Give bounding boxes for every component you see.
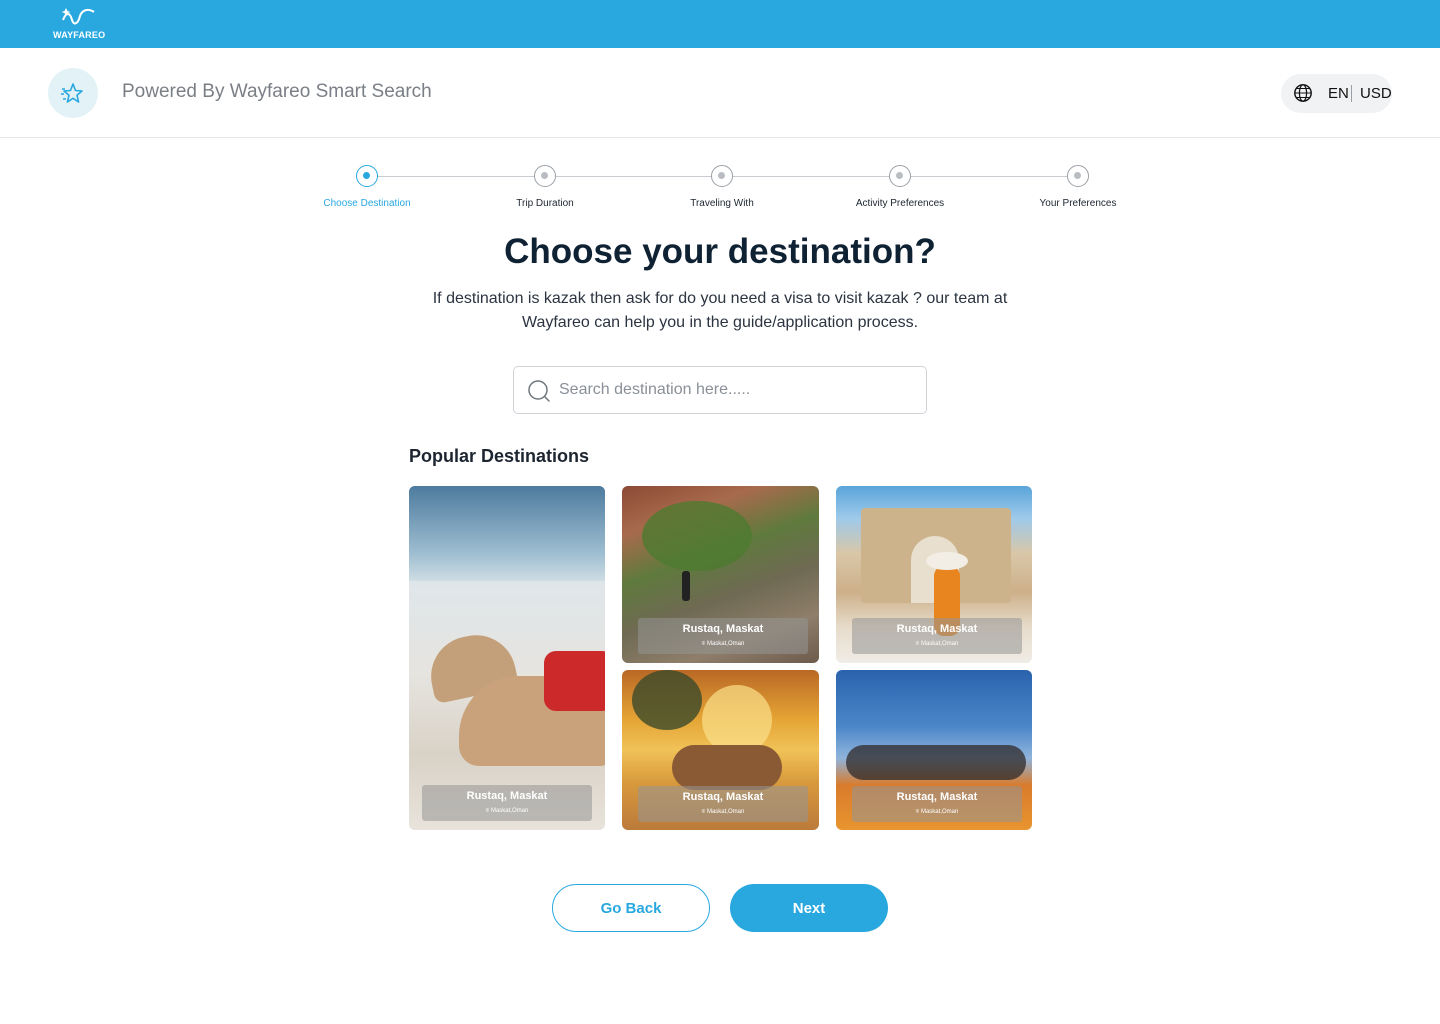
- logo-text: WAYFAREO: [53, 30, 106, 40]
- currency-label: USD: [1360, 85, 1392, 102]
- step-label: Your Preferences: [1039, 198, 1117, 209]
- location-text: Maskat,Oman: [920, 809, 959, 815]
- destination-card[interactable]: Rustaq, Maskat ⌾ Maskat,Oman: [622, 486, 819, 663]
- search-icon: [528, 380, 550, 402]
- location-text: Maskat,Oman: [490, 808, 529, 814]
- go-back-button[interactable]: Go Back: [552, 884, 710, 932]
- hat-shape: [926, 552, 968, 570]
- hiker-shape: [682, 571, 690, 601]
- destination-location: ⌾ Maskat,Oman: [701, 809, 745, 815]
- palm-shape: [632, 670, 702, 730]
- group-shape: [846, 745, 1026, 780]
- camel-shape: [672, 745, 782, 790]
- header: Powered By Wayfareo Smart Search EN USD: [0, 48, 1440, 138]
- destination-name: Rustaq, Maskat: [896, 623, 978, 635]
- search-input[interactable]: [559, 375, 909, 405]
- saddle-shape: [544, 651, 605, 711]
- step-label: Traveling With: [690, 198, 754, 209]
- destination-card[interactable]: Rustaq, Maskat ⌾ Maskat,Oman: [409, 486, 605, 830]
- destination-search[interactable]: [513, 366, 927, 414]
- destination-name: Rustaq, Maskat: [682, 791, 764, 803]
- step-activity-preferences[interactable]: Activity Preferences: [810, 165, 990, 215]
- card-caption: Rustaq, Maskat ⌾ Maskat,Oman: [852, 786, 1022, 822]
- destination-location: ⌾ Maskat,Oman: [915, 809, 959, 815]
- sea-shape: [409, 486, 605, 581]
- popular-destinations-title: Popular Destinations: [409, 446, 590, 466]
- destination-location: ⌾ Maskat,Oman: [915, 641, 959, 647]
- destination-location: ⌾ Maskat,Oman: [485, 808, 529, 814]
- destination-location: ⌾ Maskat,Oman: [701, 641, 745, 647]
- sparkle-badge: [48, 68, 98, 118]
- sparkle-icon: [61, 83, 83, 103]
- step-choose-destination[interactable]: Choose Destination: [277, 165, 457, 215]
- destination-card[interactable]: Rustaq, Maskat ⌾ Maskat,Oman: [622, 670, 819, 830]
- wayfareo-logo[interactable]: WAYFAREO: [50, 6, 110, 42]
- step-dot: [1067, 165, 1089, 187]
- destination-card[interactable]: Rustaq, Maskat ⌾ Maskat,Oman: [836, 486, 1032, 663]
- page-description: If destination is kazak then ask for do …: [432, 290, 1008, 331]
- palm-shape: [642, 501, 752, 571]
- location-text: Maskat,Oman: [920, 641, 959, 647]
- powered-by-text: Powered By Wayfareo Smart Search: [122, 81, 432, 102]
- step-dot: [534, 165, 556, 187]
- card-caption: Rustaq, Maskat ⌾ Maskat,Oman: [638, 618, 808, 654]
- destination-name: Rustaq, Maskat: [682, 623, 764, 635]
- step-label: Activity Preferences: [855, 198, 945, 209]
- top-bar: WAYFAREO: [0, 0, 1440, 48]
- language-label: EN: [1328, 85, 1349, 102]
- destination-name: Rustaq, Maskat: [466, 790, 548, 802]
- step-label: Choose Destination: [323, 198, 411, 209]
- step-trip-duration[interactable]: Trip Duration: [455, 165, 635, 215]
- page-title: Choose your destination?: [504, 232, 936, 271]
- card-caption: Rustaq, Maskat ⌾ Maskat,Oman: [852, 618, 1022, 654]
- step-traveling-with[interactable]: Traveling With: [632, 165, 812, 215]
- step-your-preferences[interactable]: Your Preferences: [988, 165, 1168, 215]
- location-text: Maskat,Oman: [706, 809, 745, 815]
- card-caption: Rustaq, Maskat ⌾ Maskat,Oman: [422, 785, 592, 821]
- step-dot: [356, 165, 378, 187]
- step-dot: [711, 165, 733, 187]
- globe-icon: [1294, 84, 1312, 102]
- language-currency-selector[interactable]: EN USD: [1281, 74, 1392, 113]
- next-button[interactable]: Next: [730, 884, 888, 932]
- logo-mark-icon: [61, 8, 95, 25]
- step-dot: [889, 165, 911, 187]
- step-label: Trip Duration: [516, 198, 574, 209]
- location-text: Maskat,Oman: [706, 641, 745, 647]
- divider: [1351, 85, 1352, 102]
- destination-name: Rustaq, Maskat: [896, 791, 978, 803]
- card-caption: Rustaq, Maskat ⌾ Maskat,Oman: [638, 786, 808, 822]
- destination-card[interactable]: Rustaq, Maskat ⌾ Maskat,Oman: [836, 670, 1032, 830]
